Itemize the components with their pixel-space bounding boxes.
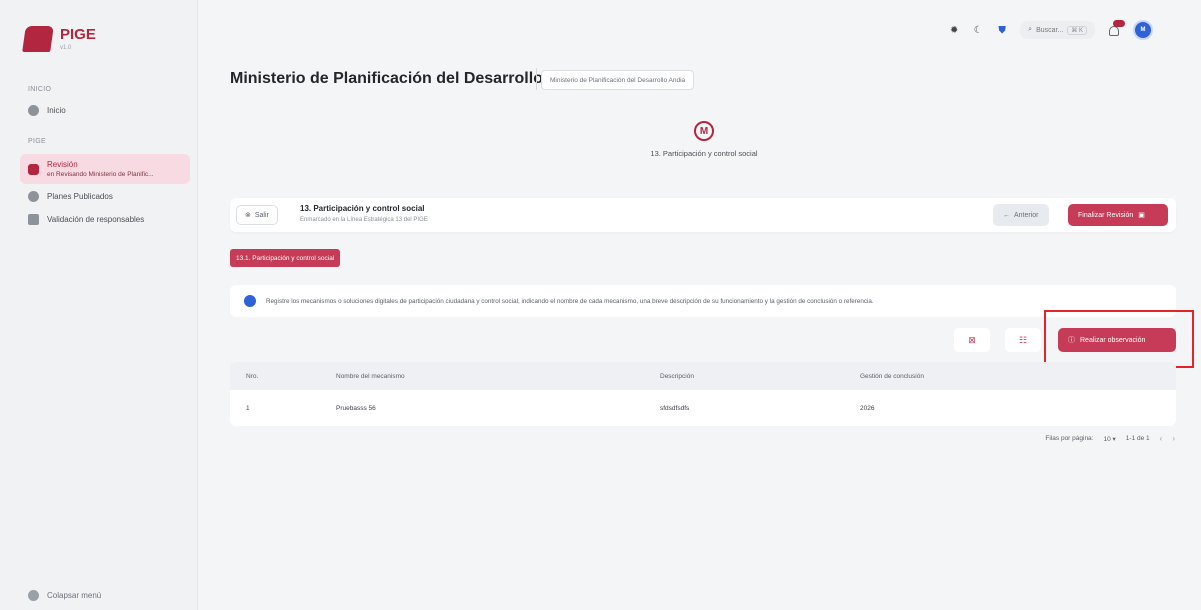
alert-circle-icon: ⓘ bbox=[1068, 337, 1075, 344]
search-icon: ⌕ bbox=[1028, 26, 1033, 33]
previous-label: Anterior bbox=[1014, 211, 1039, 219]
table-cell: 2026 bbox=[860, 404, 875, 412]
search-shortcut: ⌘ K bbox=[1067, 25, 1087, 35]
avatar[interactable]: M bbox=[1133, 20, 1153, 40]
collapse-menu-button[interactable]: Colapsar menú bbox=[28, 590, 101, 601]
sidebar-item-label: Planes Publicados bbox=[47, 191, 113, 201]
section-subtitle: Enmarcado en la Línea Estratégica 13 del… bbox=[300, 217, 428, 223]
section-label-pige: PIGE bbox=[28, 138, 46, 145]
section-label-inicio: INICIO bbox=[28, 86, 52, 93]
document-icon bbox=[28, 163, 39, 175]
table-header: Nro. Nombre del mecanismo Descripción Ge… bbox=[230, 362, 1176, 390]
exit-label: Salir bbox=[254, 211, 269, 219]
save-icon: ▣ bbox=[1138, 212, 1145, 219]
finish-review-button[interactable]: Finalizar Revisión ▣ bbox=[1068, 204, 1168, 226]
chevron-left-icon[interactable]: ‹ bbox=[1160, 434, 1163, 443]
sidebar-item-inicio[interactable]: Inicio bbox=[20, 100, 190, 120]
logo-text: PIGE bbox=[60, 25, 96, 43]
sidebar-item-revision[interactable]: Revisión en Revisando Ministerio de Plan… bbox=[20, 154, 190, 184]
columns-button[interactable]: ☷ bbox=[1005, 328, 1041, 352]
app-logo[interactable]: PIGE v1.0 bbox=[22, 25, 96, 52]
exit-button[interactable]: ⊗ Salir bbox=[236, 205, 278, 225]
logo-mark-icon bbox=[22, 26, 54, 52]
info-icon bbox=[244, 295, 256, 307]
topbar: ✹ ☾ ⛊ ⌕ Buscar... ⌘ K M bbox=[948, 20, 1153, 40]
title-divider bbox=[536, 68, 537, 90]
chevron-right-icon[interactable]: › bbox=[1172, 434, 1175, 443]
arrow-left-icon: ← bbox=[1003, 211, 1010, 219]
info-text: Registre los mecanismos o soluciones dig… bbox=[266, 297, 874, 305]
subsection-tag[interactable]: 13.1. Participación y control social bbox=[230, 249, 341, 267]
sidebar-item-planes-publicados[interactable]: Planes Publicados bbox=[20, 186, 190, 206]
page-title: Ministerio de Planificación del Desarrol… bbox=[230, 70, 543, 87]
finish-label: Finalizar Revisión bbox=[1078, 211, 1134, 219]
app-version: v1.0 bbox=[60, 44, 72, 51]
search-placeholder: Buscar... bbox=[1036, 26, 1064, 34]
mechanisms-table: Nro. Nombre del mecanismo Descripción Ge… bbox=[230, 362, 1176, 426]
bell-icon[interactable] bbox=[1107, 20, 1125, 37]
moon-icon[interactable]: ☾ bbox=[972, 24, 984, 36]
section-bar: ⊗ Salir 13. Participación y control soci… bbox=[230, 198, 1176, 232]
checklist-icon bbox=[28, 190, 39, 202]
table-row[interactable]: 1 Pruebasss 56 sfdsdfsdfs 2026 bbox=[230, 390, 1176, 426]
make-observation-button[interactable]: ⓘ Realizar observación bbox=[1058, 328, 1176, 352]
collapse-label: Colapsar menú bbox=[47, 591, 102, 600]
info-banner: Registre los mecanismos o soluciones dig… bbox=[230, 285, 1176, 317]
rows-per-page-select[interactable]: 10 ▾ bbox=[1103, 435, 1115, 443]
collapse-icon bbox=[28, 590, 39, 601]
step-indicator[interactable]: M bbox=[694, 121, 714, 141]
column-header[interactable]: Nro. bbox=[246, 373, 258, 380]
pagination: Filas por página: 10 ▾ 1-1 de 1 ‹ › bbox=[1045, 434, 1175, 443]
sidebar-item-label: Revisión bbox=[47, 160, 78, 169]
column-header[interactable]: Gestión de conclusión bbox=[860, 373, 924, 380]
table-cell: Pruebasss 56 bbox=[336, 404, 376, 412]
excel-icon: ⊠ bbox=[968, 334, 976, 345]
column-header[interactable]: Nombre del mecanismo bbox=[336, 373, 405, 380]
sidebar-item-validacion[interactable]: Validación de responsables bbox=[20, 209, 190, 229]
page-range: 1-1 de 1 bbox=[1125, 435, 1150, 442]
home-icon bbox=[28, 104, 39, 116]
columns-icon: ☷ bbox=[1018, 334, 1028, 345]
shield-icon[interactable]: ⛊ bbox=[996, 24, 1008, 36]
table-cell: sfdsdfsdfs bbox=[660, 404, 690, 412]
notification-badge bbox=[1113, 20, 1125, 27]
previous-button[interactable]: ← Anterior bbox=[993, 204, 1049, 226]
step-title: 13. Participación y control social bbox=[650, 149, 758, 158]
section-title: 13. Participación y control social bbox=[300, 204, 425, 213]
close-circle-icon: ⊗ bbox=[245, 212, 251, 219]
user-icon bbox=[28, 213, 39, 225]
sun-icon[interactable]: ✹ bbox=[948, 24, 960, 36]
sidebar-item-label: Validación de responsables bbox=[47, 214, 145, 224]
rows-per-page-label: Filas por página: bbox=[1045, 435, 1094, 442]
column-header[interactable]: Descripción bbox=[660, 373, 694, 380]
observation-label: Realizar observación bbox=[1080, 336, 1146, 344]
table-cell: 1 bbox=[246, 404, 250, 412]
search-input[interactable]: ⌕ Buscar... ⌘ K bbox=[1020, 21, 1095, 39]
sidebar-item-sublabel: en Revisando Ministerio de Planific... bbox=[47, 171, 154, 178]
sidebar: PIGE v1.0 INICIO Inicio PIGE Revisión en… bbox=[0, 0, 198, 610]
ministry-subtitle: Ministerio de Planificación del Desarrol… bbox=[541, 70, 695, 90]
export-excel-button[interactable]: ⊠ bbox=[954, 328, 990, 352]
sidebar-item-label: Inicio bbox=[47, 105, 66, 115]
